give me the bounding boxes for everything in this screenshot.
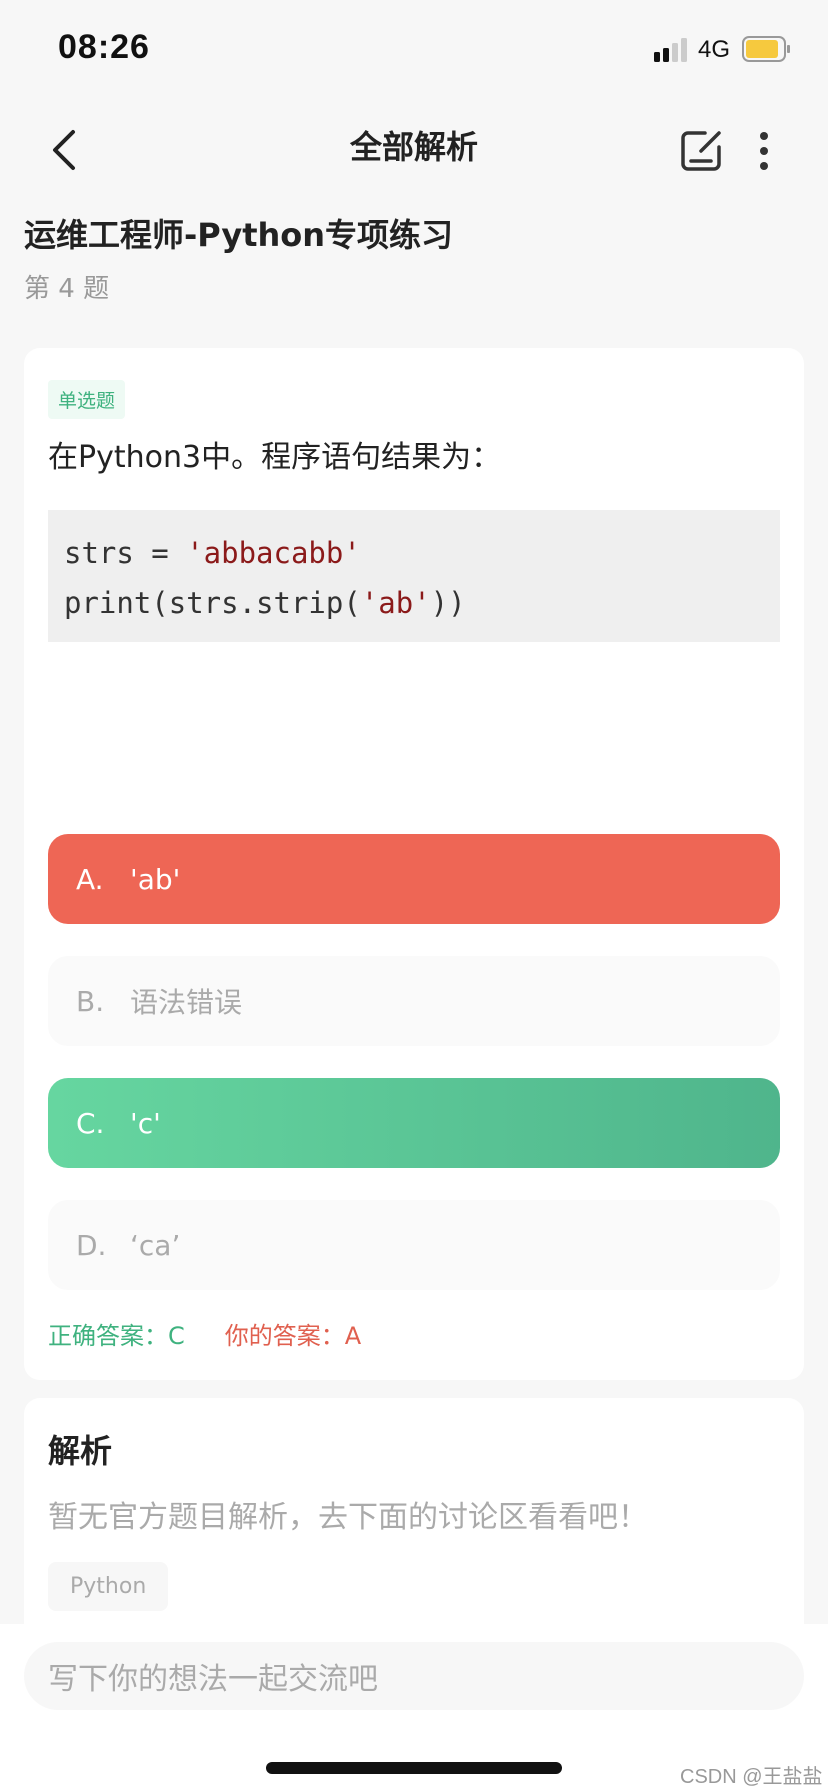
answer-summary: 正确答案：C 你的答案：A (48, 1316, 361, 1351)
watermark: CSDN @王盐盐 (680, 1766, 823, 1788)
signal-icon (654, 38, 687, 62)
option-c[interactable]: C. 'c' (48, 1078, 780, 1168)
comment-input[interactable]: 写下你的想法一起交流吧 (24, 1642, 804, 1710)
edit-note-icon (681, 131, 721, 171)
option-text: 'c' (130, 1106, 161, 1140)
more-vertical-icon (760, 132, 768, 170)
option-letter: C. (76, 1106, 105, 1140)
question-index: 第 4 题 (24, 274, 110, 304)
your-answer: 你的答案：A (224, 1322, 362, 1350)
option-letter: B. (76, 984, 105, 1018)
analysis-card: 解析 暂无官方题目解析，去下面的讨论区看看吧！ Python (24, 1398, 804, 1638)
comment-bar: 写下你的想法一起交流吧 CSDN @王盐盐 (0, 1624, 828, 1792)
notes-button[interactable] (676, 120, 726, 182)
code-block: strs = 'abbacabb' print(strs.strip('ab')… (48, 510, 780, 642)
option-text: 'ab' (130, 862, 181, 896)
analysis-text: 暂无官方题目解析，去下面的讨论区看看吧！ (48, 1500, 648, 1535)
network-type: 4G (698, 36, 731, 63)
correct-answer: 正确答案：C (48, 1322, 185, 1350)
option-b[interactable]: B. 语法错误 (48, 956, 780, 1046)
option-letter: A. (76, 862, 104, 896)
more-button[interactable] (748, 120, 780, 182)
question-stem: 在Python3中。程序语句结果为： (48, 440, 502, 475)
code-line: print(strs.strip('ab')) (64, 586, 466, 620)
nav-bar: 全部解析 (0, 100, 828, 210)
analysis-title: 解析 (48, 1432, 113, 1470)
option-a[interactable]: A. 'ab' (48, 834, 780, 924)
option-letter: D. (76, 1228, 107, 1262)
home-indicator (266, 1762, 562, 1774)
code-line: strs = 'abbacabb' (64, 536, 361, 570)
option-text: 语法错误 (130, 986, 243, 1019)
topic-tag-python[interactable]: Python (48, 1562, 169, 1611)
practice-title: 运维工程师-Python专项练习 (24, 216, 454, 254)
option-d[interactable]: D. ‘ca’ (48, 1200, 780, 1290)
status-bar: 08:26 4G (0, 0, 828, 100)
question-type-badge: 单选题 (48, 380, 126, 419)
option-text: ‘ca’ (130, 1228, 181, 1262)
battery-icon (742, 36, 790, 62)
status-time: 08:26 (58, 28, 150, 66)
question-card: 单选题 在Python3中。程序语句结果为： strs = 'abbacabb'… (24, 348, 804, 1380)
